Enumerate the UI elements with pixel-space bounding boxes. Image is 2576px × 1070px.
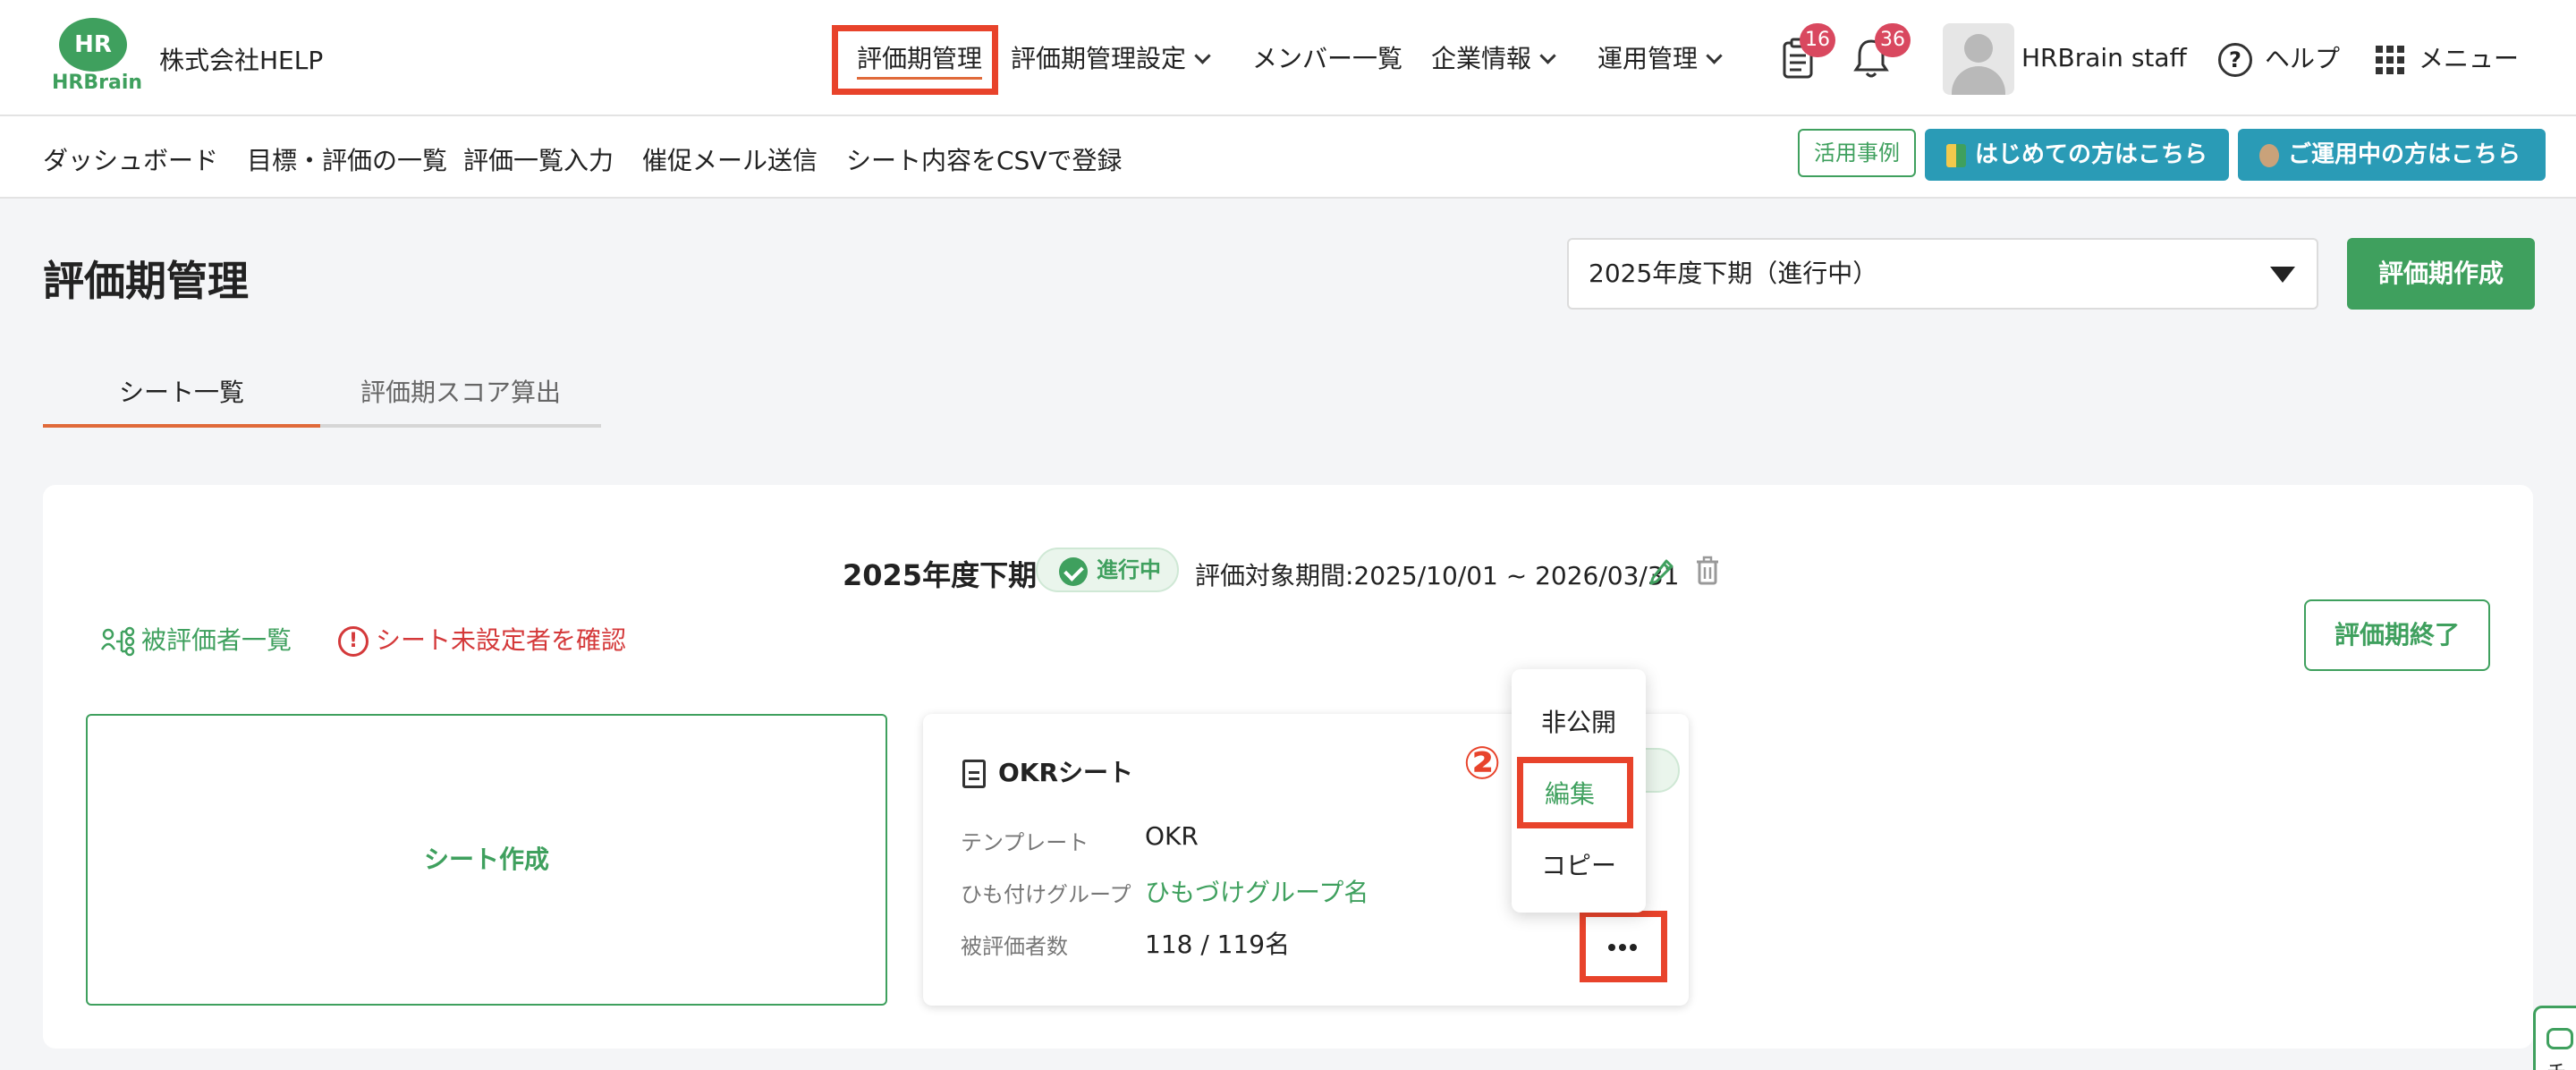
- menu-button[interactable]: メニュー: [2376, 39, 2519, 75]
- subnav-reminder-mail[interactable]: 催促メール送信: [642, 141, 818, 177]
- create-period-button[interactable]: 評価期作成: [2347, 238, 2535, 310]
- top-header: HR HRBrain 株式会社HELP 評価期管理 評価期管理設定 メンバー一覧…: [0, 0, 2576, 116]
- staff-icon: [2259, 143, 2279, 167]
- subnav-bulk-input[interactable]: 評価一覧入力: [463, 141, 614, 177]
- nav-label: 企業情報: [1431, 44, 1532, 73]
- page-title: 評価期管理: [43, 257, 249, 305]
- template-value: OKR: [1145, 821, 1199, 851]
- reviewee-list-label: 被評価者一覧: [141, 625, 292, 655]
- username[interactable]: HRBrain staff: [2021, 43, 2187, 72]
- nav-label: 評価期管理設定: [1011, 44, 1187, 73]
- document-icon: [962, 760, 986, 788]
- edit-period-button[interactable]: [1648, 555, 1674, 585]
- subnav-csv-import[interactable]: シート内容をCSVで登録: [846, 141, 1122, 177]
- highlight-box-edit: [1517, 757, 1633, 828]
- beginner-button[interactable]: はじめての方はこちら: [1925, 129, 2229, 181]
- operating-label: ご運用中の方はこちら: [2288, 141, 2521, 168]
- unset-sheet-link[interactable]: ! シート未設定者を確認: [338, 621, 626, 657]
- avatar[interactable]: [1943, 23, 2014, 95]
- highlight-box-nav: [832, 25, 998, 95]
- menu-item-copy[interactable]: コピー: [1512, 846, 1646, 882]
- period-select-value: 2025年度下期（進行中）: [1589, 259, 1878, 288]
- group-link[interactable]: ひもづけグループ名: [1145, 873, 1368, 909]
- pencil-icon: [1649, 559, 1674, 585]
- reviewee-count-value: 118 / 119名: [1145, 930, 1291, 959]
- operating-button[interactable]: ご運用中の方はこちら: [2238, 129, 2546, 181]
- status-label: 進行中: [1097, 557, 1161, 582]
- todo-button[interactable]: 16: [1780, 23, 1835, 81]
- tab-inactive-indicator: [320, 424, 601, 428]
- trash-icon: [1697, 556, 1718, 585]
- nav-evaluation-settings[interactable]: 評価期管理設定: [1011, 39, 1211, 75]
- tab-active-indicator: [43, 424, 320, 428]
- notification-badge: 36: [1875, 23, 1911, 57]
- chevron-down-icon: [1706, 47, 1723, 64]
- chat-tab-label: チ: [2546, 1057, 2566, 1070]
- reviewee-list-link[interactable]: 被評価者一覧: [100, 621, 292, 657]
- avatar-body: [1952, 66, 2005, 95]
- question-circle-icon: ?: [2218, 43, 2252, 77]
- nav-members[interactable]: メンバー一覧: [1252, 39, 1402, 75]
- notification-button[interactable]: 36: [1852, 23, 1911, 81]
- beginner-label: はじめての方はこちら: [1975, 141, 2208, 168]
- chat-bubble-icon: [2546, 1028, 2573, 1049]
- avatar-head: [1964, 34, 1993, 63]
- group-label: ひも付けグループ: [961, 882, 1131, 907]
- unset-sheet-label: シート未設定者を確認: [376, 625, 627, 655]
- nav-label: 運用管理: [1597, 44, 1699, 73]
- nav-operation[interactable]: 運用管理: [1597, 39, 1723, 75]
- period-select[interactable]: 2025年度下期（進行中）: [1567, 238, 2318, 310]
- logo-mark: HR: [59, 18, 127, 72]
- menu-label: メニュー: [2419, 44, 2520, 73]
- help-label: ヘルプ: [2265, 44, 2341, 73]
- sheet-create-button[interactable]: シート作成: [86, 714, 887, 1006]
- warning-icon: !: [338, 626, 369, 657]
- nav-company-info[interactable]: 企業情報: [1431, 39, 1556, 75]
- period-range: 評価対象期間:2025/10/01 ~ 2026/03/31: [1195, 561, 1680, 590]
- company-name: 株式会社HELP: [159, 46, 324, 75]
- subnav-goal-list[interactable]: 目標・評価の一覧: [247, 141, 447, 177]
- subnav-dashboard[interactable]: ダッシュボード: [43, 141, 218, 177]
- beginner-mark-icon: [1946, 143, 1966, 167]
- caret-down-icon: [2270, 267, 2295, 283]
- hrbrain-logo[interactable]: HR HRBrain: [52, 16, 143, 94]
- chat-support-tab[interactable]: チ: [2533, 1006, 2576, 1070]
- reviewee-count-label: 被評価者数: [961, 934, 1068, 959]
- org-chart-icon: [100, 626, 135, 657]
- case-study-button[interactable]: 活用事例: [1798, 129, 1916, 177]
- delete-period-button[interactable]: [1694, 555, 1721, 585]
- chevron-down-icon: [1194, 47, 1211, 64]
- status-badge: 進行中: [1036, 548, 1179, 592]
- tab-sheet-list[interactable]: シート一覧: [43, 361, 320, 428]
- logo-brand-text: HRBrain: [52, 72, 143, 94]
- highlight-box-more: [1580, 911, 1667, 982]
- help-button[interactable]: ? ヘルプ: [2218, 39, 2340, 77]
- todo-badge: 16: [1800, 23, 1835, 57]
- check-circle-icon: [1059, 557, 1088, 586]
- sub-nav: ダッシュボード 目標・評価の一覧 評価一覧入力 催促メール送信 シート内容をCS…: [0, 116, 2576, 199]
- grid-icon: [2376, 46, 2404, 74]
- sheet-title[interactable]: OKRシート: [962, 753, 1133, 789]
- chevron-down-icon: [1539, 47, 1556, 64]
- end-period-button[interactable]: 評価期終了: [2304, 599, 2490, 671]
- sheet-title-label: OKRシート: [998, 758, 1134, 787]
- menu-item-unpublish[interactable]: 非公開: [1512, 703, 1646, 739]
- step-number-annotation: ②: [1462, 737, 1502, 789]
- nav-label: メンバー一覧: [1252, 44, 1403, 73]
- tab-period-score[interactable]: 評価期スコア算出: [320, 361, 601, 428]
- template-label: テンプレート: [961, 830, 1089, 855]
- period-name: 2025年度下期: [843, 558, 1038, 592]
